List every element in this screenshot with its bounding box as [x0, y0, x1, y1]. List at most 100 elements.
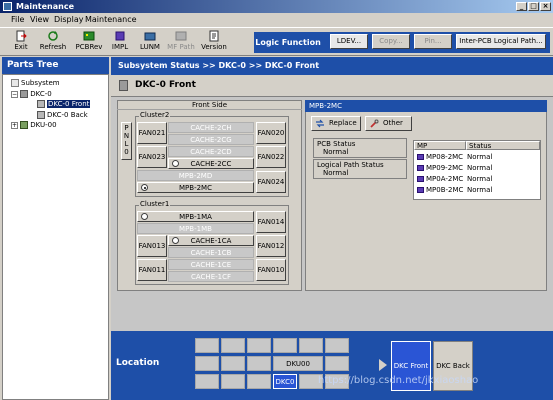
location-cell[interactable] — [325, 338, 349, 353]
cache-1ca-radio[interactable] — [172, 237, 179, 244]
back-icon — [37, 111, 45, 119]
location-cell[interactable] — [247, 374, 271, 389]
menu-bar: File View Display Maintenance — [0, 13, 553, 27]
location-cell[interactable] — [221, 356, 245, 371]
cache-2cc[interactable]: CACHE-2CC — [168, 158, 254, 169]
watermark: https://blog.csdn.net/jkxiaoshao — [318, 375, 479, 386]
replace-icon — [316, 119, 324, 128]
mpb-2mc-radio[interactable] — [141, 184, 148, 191]
mpb-1ma[interactable]: MPB-1MA — [137, 211, 254, 222]
mf-path-button[interactable]: MF Path — [166, 30, 196, 55]
pcb-status-label: PCB Status — [317, 140, 356, 148]
cache-2cd[interactable]: CACHE-2CD — [168, 146, 254, 157]
collapse-icon[interactable]: − — [11, 90, 18, 98]
fan022[interactable]: FAN022 — [256, 146, 286, 168]
location-cell[interactable] — [221, 374, 245, 389]
logic-function-label: Logic Function — [254, 33, 322, 52]
status-column-header[interactable]: Status — [466, 141, 540, 150]
subsystem-icon — [11, 79, 19, 87]
cache-1cb[interactable]: CACHE-1CB — [168, 247, 254, 258]
window-title: Maintenance — [16, 2, 75, 11]
refresh-button[interactable]: Refresh — [38, 30, 68, 55]
dkc-front-icon — [119, 80, 128, 91]
cache-2ch[interactable]: CACHE-2CH — [168, 122, 254, 133]
lunm-icon — [144, 32, 156, 41]
location-cell[interactable] — [195, 356, 219, 371]
table-row[interactable]: MP09-2MC Normal — [414, 163, 540, 173]
ldev-button[interactable]: LDEV... — [330, 34, 368, 49]
page-subheader: DKC-0 Front — [111, 75, 553, 97]
menu-file[interactable]: File — [11, 15, 24, 24]
inter-pcb-logical-path-button[interactable]: Inter-PCB Logical Path... — [456, 34, 546, 49]
dku-icon — [20, 121, 29, 129]
menu-maintenance[interactable]: Maintenance — [85, 15, 137, 24]
impl-button[interactable]: IMPL — [109, 30, 131, 55]
cluster2-label: Cluster2 — [139, 111, 171, 119]
pcb-status-value: Normal — [323, 148, 349, 156]
impl-icon — [115, 31, 125, 41]
mpb-panel-title: MPB-2MC — [305, 100, 547, 112]
tree-node-subsystem[interactable]: Subsystem — [11, 79, 60, 87]
table-row[interactable]: MP08-2MC Normal — [414, 152, 540, 162]
fan014[interactable]: FAN014 — [256, 211, 286, 233]
refresh-icon — [48, 31, 58, 41]
location-cell[interactable] — [299, 338, 323, 353]
breadcrumb: Subsystem Status >> DKC-0 >> DKC-0 Front — [111, 57, 553, 75]
location-cell[interactable] — [195, 338, 219, 353]
replace-button[interactable]: Replace — [311, 116, 361, 131]
expand-icon[interactable]: + — [11, 121, 18, 129]
location-cell[interactable] — [221, 338, 245, 353]
location-cell[interactable] — [273, 338, 297, 353]
tree-node-dku-00[interactable]: + DKU-00 — [11, 121, 57, 129]
menu-view[interactable]: View — [30, 15, 49, 24]
exit-button[interactable]: Exit — [10, 30, 32, 55]
mpb-2md[interactable]: MPB-2MD — [137, 170, 254, 181]
fan013[interactable]: FAN013 — [137, 235, 167, 257]
version-button[interactable]: Version — [200, 30, 228, 55]
maximize-button[interactable]: □ — [528, 2, 539, 11]
fan023[interactable]: FAN023 — [137, 146, 167, 168]
location-cell[interactable] — [247, 356, 271, 371]
tree-node-dkc-0-front[interactable]: DKC-0 Front — [37, 100, 91, 108]
tree-node-dkc-0-back[interactable]: DKC-0 Back — [37, 111, 88, 119]
minimize-button[interactable]: _ — [516, 2, 527, 11]
parts-tree: Subsystem − DKC-0 DKC-0 Front DKC-0 Back… — [2, 74, 109, 400]
pin-button[interactable]: Pin... — [414, 34, 452, 49]
fan020[interactable]: FAN020 — [256, 122, 286, 144]
tree-node-dkc-0[interactable]: − DKC-0 — [11, 90, 52, 98]
lunm-button[interactable]: LUNM — [138, 30, 162, 55]
dkc0-label: DKC0 — [275, 378, 295, 386]
location-cell[interactable] — [247, 338, 271, 353]
cache-1ca[interactable]: CACHE-1CA — [168, 235, 254, 246]
cluster1-label: Cluster1 — [139, 200, 171, 208]
location-cell[interactable] — [325, 356, 349, 371]
mpb-2mc[interactable]: MPB-2MC — [137, 182, 254, 193]
fan012[interactable]: FAN012 — [256, 235, 286, 257]
close-button[interactable]: × — [540, 2, 551, 11]
cache-2cg[interactable]: CACHE-2CG — [168, 134, 254, 145]
fan010[interactable]: FAN010 — [256, 259, 286, 281]
menu-display[interactable]: Display — [54, 15, 84, 24]
mp-icon — [417, 176, 424, 182]
fan024[interactable]: FAN024 — [256, 171, 286, 193]
mp-column-header[interactable]: MP — [414, 141, 466, 150]
cache-1cf[interactable]: CACHE-1CF — [168, 271, 254, 282]
cache-1ce[interactable]: CACHE-1CE — [168, 259, 254, 270]
dkc-icon — [20, 90, 29, 98]
window-title-bar: Maintenance _ □ × — [0, 0, 553, 13]
front-icon — [37, 100, 45, 108]
table-row[interactable]: MP0B-2MC Normal — [414, 185, 540, 195]
mpb-1ma-radio[interactable] — [141, 213, 148, 220]
pcbrev-button[interactable]: PCBRev — [74, 30, 104, 55]
other-button[interactable]: Other — [365, 116, 412, 131]
fan021[interactable]: FAN021 — [137, 122, 167, 144]
table-row[interactable]: MP0A-2MC Normal — [414, 174, 540, 184]
pnl0-button[interactable]: PNL0 — [121, 122, 132, 160]
dku00-label: DKU00 — [286, 360, 310, 368]
cache-2cc-radio[interactable] — [172, 160, 179, 167]
fan011[interactable]: FAN011 — [137, 259, 167, 281]
mpb-1mb[interactable]: MPB-1MB — [137, 223, 254, 234]
logical-path-status-label: Logical Path Status — [317, 161, 384, 169]
copy-button[interactable]: Copy... — [372, 34, 410, 49]
location-cell[interactable] — [195, 374, 219, 389]
